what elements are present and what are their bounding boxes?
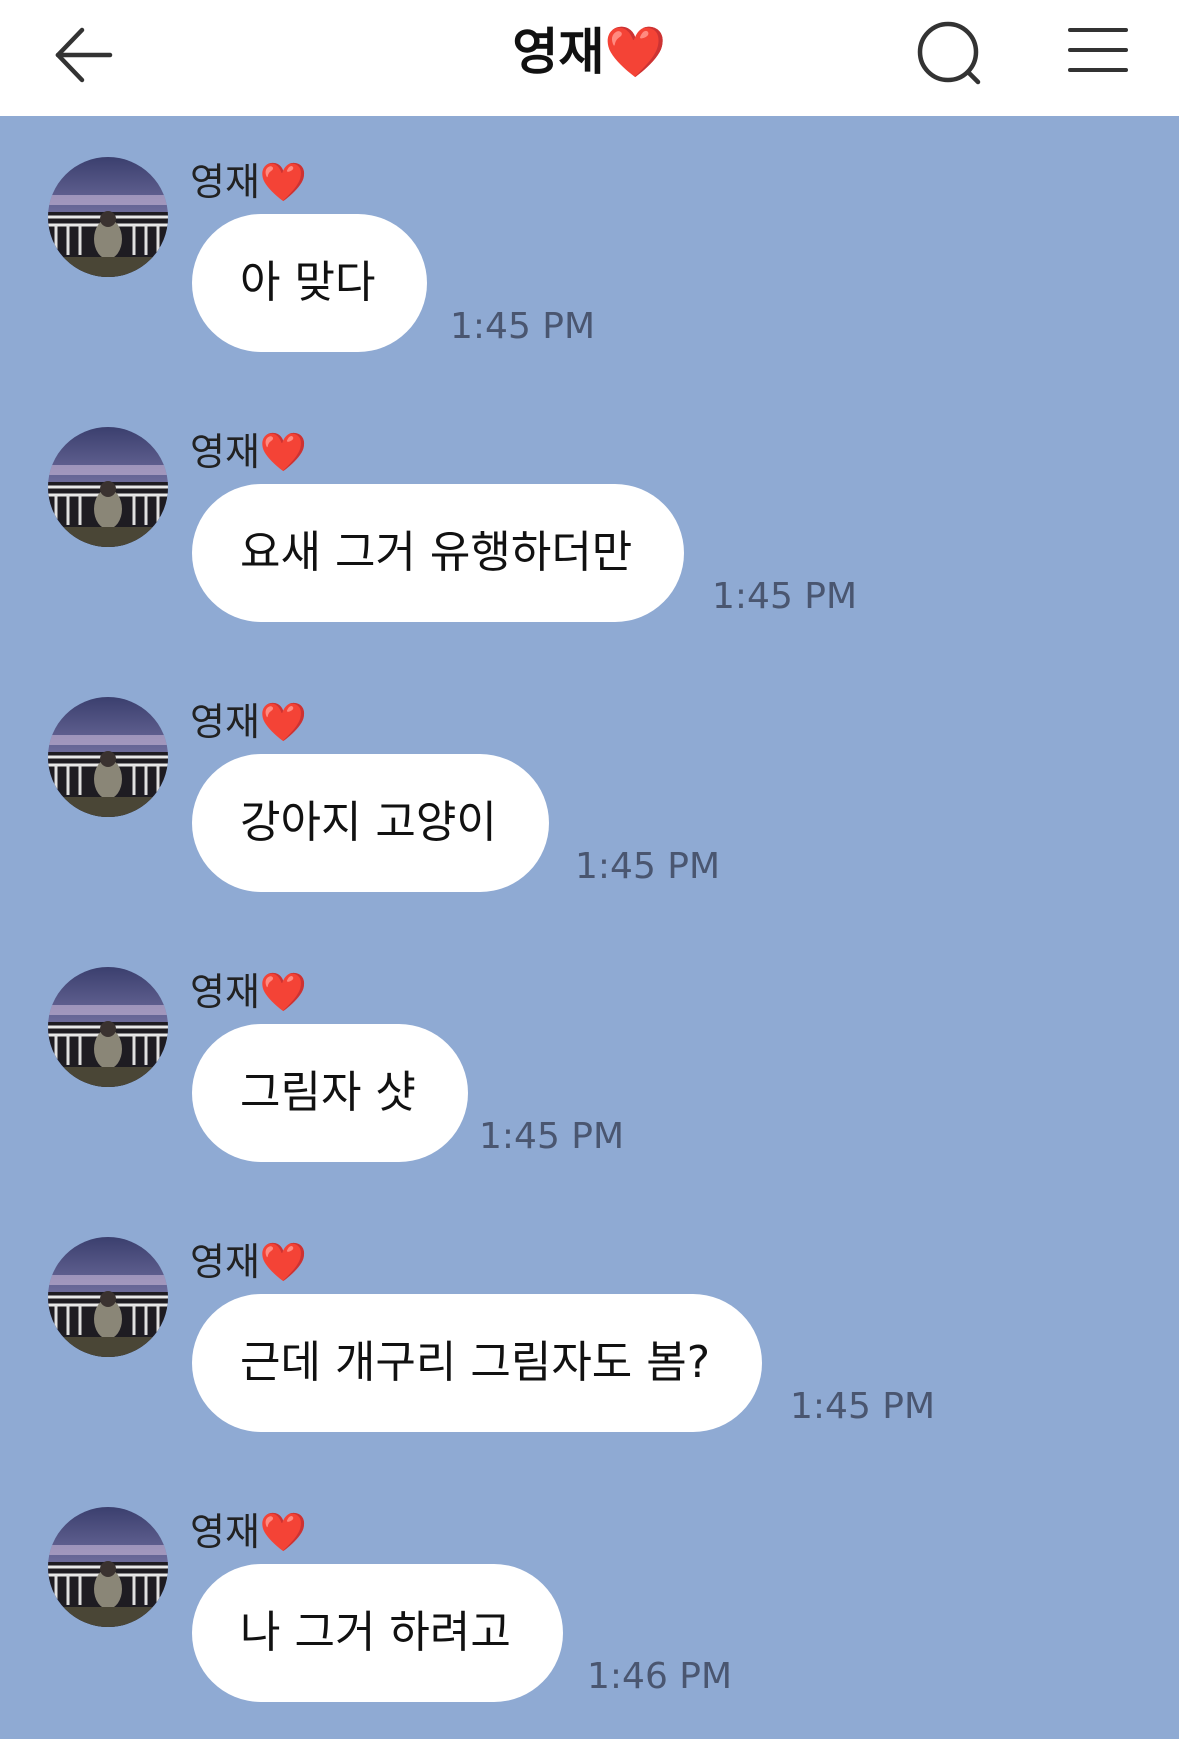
message-item: 영재❤️ 아 맞다 1:45 PM xyxy=(0,116,1179,352)
message-time: 1:45 PM xyxy=(575,846,721,887)
sender-name: 영재❤️ xyxy=(190,1510,308,1554)
menu-button[interactable] xyxy=(1060,14,1140,94)
message-bubble[interactable]: 강아지 고양이 xyxy=(192,754,549,892)
sender-name: 영재❤️ xyxy=(190,160,308,204)
sender-name: 영재❤️ xyxy=(190,430,308,474)
search-icon xyxy=(917,21,981,85)
message-time: 1:45 PM xyxy=(479,1116,625,1157)
avatar[interactable] xyxy=(48,697,168,817)
chat-title: 영재❤️ xyxy=(512,23,667,81)
avatar[interactable] xyxy=(48,427,168,547)
sender-name: 영재❤️ xyxy=(190,700,308,744)
avatar-photo xyxy=(48,157,168,277)
sender-name: 영재❤️ xyxy=(190,970,308,1014)
avatar-photo xyxy=(48,697,168,817)
hamburger-menu-icon xyxy=(1068,28,1128,72)
message-time: 1:45 PM xyxy=(790,1386,936,1427)
message-list[interactable]: 영재❤️ 아 맞다 1:45 PM 영재❤️ 요새 그거 유행하더만 1:45 … xyxy=(0,116,1179,1739)
avatar[interactable] xyxy=(48,967,168,1087)
message-bubble[interactable]: 근데 개구리 그림자도 봄? xyxy=(192,1294,763,1432)
avatar[interactable] xyxy=(48,1507,168,1627)
message-bubble[interactable]: 아 맞다 xyxy=(192,214,428,352)
message-bubble[interactable]: 나 그거 하려고 xyxy=(192,1564,563,1702)
chat-header: 영재❤️ xyxy=(0,0,1179,116)
message-time: 1:45 PM xyxy=(712,576,858,617)
message-item: 영재❤️ 요새 그거 유행하더만 1:45 PM xyxy=(0,386,1179,622)
message-item: 영재❤️ 나 그거 하려고 1:46 PM xyxy=(0,1466,1179,1702)
message-bubble[interactable]: 그림자 샷 xyxy=(192,1024,468,1162)
avatar[interactable] xyxy=(48,1237,168,1357)
avatar-photo xyxy=(48,1507,168,1627)
avatar[interactable] xyxy=(48,157,168,277)
message-time: 1:45 PM xyxy=(450,306,596,347)
avatar-photo xyxy=(48,967,168,1087)
message-bubble[interactable]: 요새 그거 유행하더만 xyxy=(192,484,685,622)
avatar-photo xyxy=(48,427,168,547)
message-item: 영재❤️ 근데 개구리 그림자도 봄? 1:45 PM xyxy=(0,1196,1179,1432)
message-item: 영재❤️ 그림자 샷 1:45 PM xyxy=(0,926,1179,1162)
avatar-photo xyxy=(48,1237,168,1357)
sender-name: 영재❤️ xyxy=(190,1240,308,1284)
message-time: 1:46 PM xyxy=(587,1656,733,1697)
search-button[interactable] xyxy=(910,14,990,94)
message-item: 영재❤️ 강아지 고양이 1:45 PM xyxy=(0,656,1179,892)
